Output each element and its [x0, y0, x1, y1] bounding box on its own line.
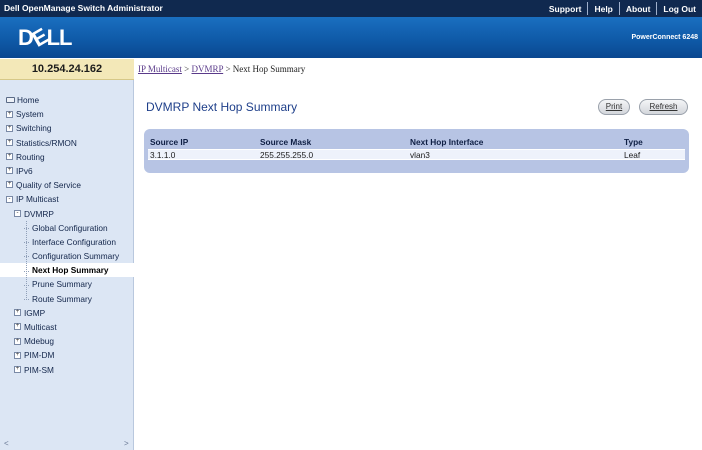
column-header-source-mask: Source Mask: [260, 137, 312, 147]
top-bar: Dell OpenManage Switch Administrator Sup…: [0, 0, 702, 17]
expand-icon[interactable]: +: [14, 365, 21, 373]
breadcrumb-separator: >: [184, 64, 190, 74]
support-link[interactable]: Support: [543, 4, 588, 14]
sidebar-item-route-summary[interactable]: Route Summary: [0, 292, 134, 306]
about-link[interactable]: About: [620, 4, 657, 14]
scroll-right-icon[interactable]: >: [124, 439, 129, 448]
expand-icon[interactable]: +: [6, 181, 13, 189]
expand-icon[interactable]: +: [14, 337, 21, 345]
expand-icon[interactable]: +: [6, 167, 13, 175]
refresh-button[interactable]: Refresh: [639, 99, 688, 115]
next-hop-table: Source IP Source Mask Next Hop Interface…: [144, 129, 689, 173]
expand-icon[interactable]: +: [14, 351, 21, 359]
tree-guide-line: [26, 220, 27, 300]
sidebar-item-quality-of-service[interactable]: + Quality of Service: [0, 178, 134, 192]
sidebar-item-interface-configuration[interactable]: Interface Configuration: [0, 235, 134, 249]
breadcrumb-ip-multicast[interactable]: IP Multicast: [138, 64, 182, 74]
switch-ip-address: 10.254.24.162: [0, 59, 134, 80]
sidebar-item-pim-dm[interactable]: + PIM-DM: [0, 348, 134, 362]
sidebar-item-mdebug[interactable]: + Mdebug: [0, 334, 134, 348]
sidebar-item-label: Statistics/RMON: [16, 137, 77, 148]
breadcrumb: IP Multicast > DVMRP > Next Hop Summary: [138, 64, 305, 74]
sidebar-item-label: Switching: [16, 123, 52, 134]
breadcrumb-dvmrp[interactable]: DVMRP: [192, 64, 224, 74]
table-row: 3.1.1.0 255.255.255.0 vlan3 Leaf: [148, 149, 685, 160]
sidebar-navigation: Home + System + Switching + Statistics/RMON + Ro…: [0, 80, 134, 450]
sidebar-item-ipv6[interactable]: + IPv6: [0, 164, 134, 178]
sidebar-horizontal-scrollbar[interactable]: < >: [4, 439, 132, 448]
collapse-icon[interactable]: -: [6, 195, 13, 203]
sidebar-item-pim-sm[interactable]: + PIM-SM: [0, 363, 134, 377]
sidebar-item-label: IP Multicast: [16, 194, 59, 205]
sidebar-item-label: Global Configuration: [32, 222, 108, 233]
navigation-tree: Home + System + Switching + Statistics/RMON + Ro…: [0, 93, 134, 377]
sidebar-item-dvmrp[interactable]: - DVMRP: [0, 207, 134, 221]
column-header-type: Type: [624, 137, 643, 147]
sidebar-item-label: Routing: [16, 151, 45, 162]
breadcrumb-separator: >: [225, 64, 231, 74]
sidebar-item-ip-multicast[interactable]: - IP Multicast: [0, 192, 134, 206]
app-title: Dell OpenManage Switch Administrator: [4, 3, 163, 13]
table-header: Source IP Source Mask Next Hop Interface…: [148, 137, 685, 148]
sidebar-item-next-hop-summary[interactable]: Next Hop Summary: [0, 263, 134, 278]
cell-source-mask: 255.255.255.0: [260, 150, 314, 160]
sidebar-item-system[interactable]: + System: [0, 107, 134, 121]
sidebar-item-label: Home: [17, 95, 40, 105]
sidebar-item-label: Mdebug: [24, 336, 54, 347]
log-out-link[interactable]: Log Out: [657, 4, 702, 14]
sidebar-item-switching[interactable]: + Switching: [0, 121, 134, 135]
expand-icon[interactable]: +: [6, 138, 13, 146]
sidebar-item-label: DVMRP: [24, 208, 54, 219]
collapse-icon[interactable]: -: [14, 209, 21, 217]
expand-icon[interactable]: +: [14, 309, 21, 317]
breadcrumb-current: Next Hop Summary: [232, 64, 306, 74]
sidebar-item-label: Prune Summary: [32, 279, 92, 290]
print-button[interactable]: Print: [598, 99, 630, 115]
expand-icon[interactable]: +: [6, 153, 13, 161]
sidebar-item-home[interactable]: Home: [0, 93, 134, 107]
cell-source-ip: 3.1.1.0: [150, 150, 176, 160]
sidebar-item-label: Quality of Service: [16, 180, 82, 191]
expand-icon[interactable]: +: [14, 323, 21, 331]
sidebar-item-label: Next Hop Summary: [32, 265, 109, 276]
column-header-next-hop-interface: Next Hop Interface: [410, 137, 484, 147]
brand-bar: DELL PowerConnect 6248: [0, 17, 702, 58]
help-link[interactable]: Help: [588, 4, 618, 14]
expand-icon[interactable]: +: [6, 124, 13, 132]
sidebar-item-igmp[interactable]: + IGMP: [0, 306, 134, 320]
sidebar-item-label: System: [16, 109, 44, 120]
sidebar-item-label: IPv6: [16, 165, 33, 176]
expand-icon[interactable]: +: [6, 110, 13, 118]
page-title: DVMRP Next Hop Summary: [146, 100, 298, 114]
sidebar-item-global-configuration[interactable]: Global Configuration: [0, 221, 134, 235]
sidebar-item-label: PIM-SM: [24, 364, 54, 375]
model-name: PowerConnect 6248: [631, 34, 698, 41]
sidebar-item-multicast[interactable]: + Multicast: [0, 320, 134, 334]
top-nav: Support Help About Log Out: [543, 0, 702, 17]
sidebar-item-configuration-summary[interactable]: Configuration Summary: [0, 249, 134, 263]
sidebar-item-label: IGMP: [24, 307, 46, 318]
cell-next-hop-interface: vlan3: [410, 150, 430, 160]
home-icon: [6, 96, 15, 103]
sidebar-item-routing[interactable]: + Routing: [0, 150, 134, 164]
dell-logo: DELL: [18, 23, 72, 52]
sidebar-item-label: Route Summary: [32, 293, 92, 304]
sidebar-item-label: Multicast: [24, 322, 57, 332]
column-header-source-ip: Source IP: [150, 137, 189, 147]
sidebar-item-label: PIM-DM: [24, 350, 55, 361]
scroll-left-icon[interactable]: <: [4, 439, 9, 448]
cell-type: Leaf: [624, 150, 641, 160]
sidebar-item-statistics-rmon[interactable]: + Statistics/RMON: [0, 136, 134, 150]
sidebar-item-label: Interface Configuration: [32, 236, 116, 247]
sidebar-item-prune-summary[interactable]: Prune Summary: [0, 277, 134, 291]
sidebar-item-label: Configuration Summary: [32, 251, 120, 262]
